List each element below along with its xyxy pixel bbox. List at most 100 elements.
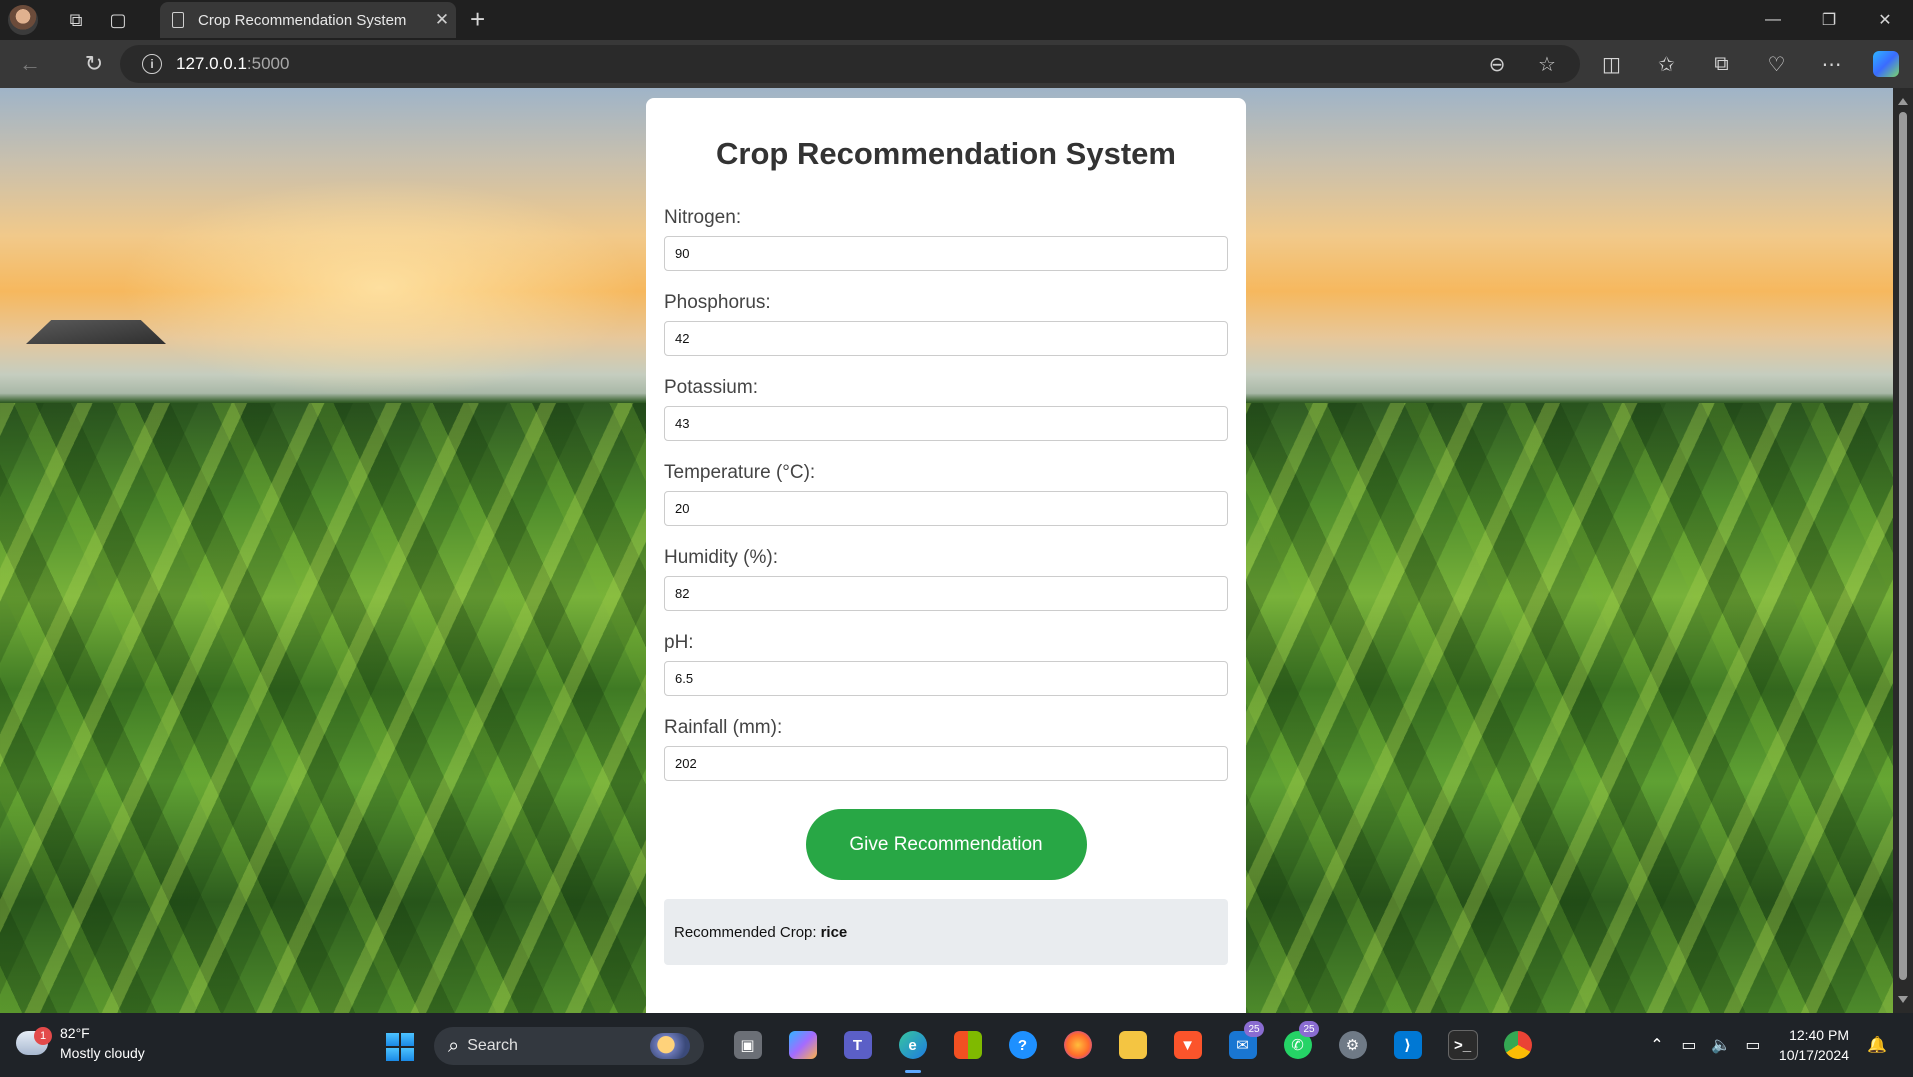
taskbar-apps: ▣ T e ? ▼ ✉ 25 ✆ 25 ⚙ ⟩ >_ [720,1021,1545,1073]
help-app[interactable]: ? [995,1025,1050,1065]
favorite-star-icon[interactable]: ☆ [1522,52,1572,77]
field-phosphorus: Phosphorus: [664,291,1228,356]
url-host: 127.0.0.1 [176,54,247,73]
firefox-icon [1063,1031,1092,1059]
copilot-icon[interactable] [1873,51,1899,77]
clock-date: 10/17/2024 [1778,1047,1849,1063]
document-icon [172,12,184,28]
collections-icon[interactable]: ⧉ [1694,53,1749,76]
close-window-icon[interactable]: ✕ [1857,0,1913,40]
ph-label: pH: [664,632,694,653]
workspaces-icon[interactable]: ⧉ [60,4,92,36]
store-app[interactable] [940,1025,995,1065]
phosphorus-input[interactable] [664,321,1228,356]
browser-tab[interactable]: Crop Recommendation System ✕ [160,2,456,38]
taskbar: 1 82°F Mostly cloudy ⌕ Search ▣ T e ? ▼ … [0,1013,1913,1077]
page-scrollbar[interactable] [1893,88,1913,1013]
info-icon[interactable]: i [142,54,162,74]
zoom-out-icon[interactable]: ⊖ [1472,52,1522,77]
help-icon: ? [1008,1031,1037,1059]
more-options-icon[interactable]: ⋯ [1804,52,1859,77]
profile-avatar[interactable] [8,5,38,35]
scroll-down-icon[interactable] [1898,996,1908,1003]
whatsapp-badge: 25 [1299,1021,1319,1037]
weather-widget[interactable]: 1 82°F Mostly cloudy [16,1023,145,1063]
teams-app[interactable]: T [830,1025,885,1065]
chevron-up-icon[interactable]: ⌃ [1641,1035,1673,1055]
teams-icon: T [843,1031,872,1059]
ph-input[interactable] [664,661,1228,696]
battery-icon[interactable]: ▭ [1737,1035,1769,1055]
weather-desc: Mostly cloudy [60,1045,145,1061]
windows-start-icon[interactable] [386,1033,414,1061]
field-nitrogen: Nitrogen: [664,206,1228,271]
notification-bell-icon[interactable]: 🔔 [1861,1035,1893,1055]
rainfall-input[interactable] [664,746,1228,781]
scroll-up-icon[interactable] [1898,98,1908,105]
clock-time: 12:40 PM [1789,1027,1849,1043]
scroll-thumb[interactable] [1899,112,1907,980]
potassium-label: Potassium: [664,377,758,398]
recommendation-result: Recommended Crop: rice [664,899,1228,965]
new-tab-icon[interactable]: + [470,4,485,35]
back-icon[interactable]: ← [10,44,50,84]
browser-tab-bar: ⧉ ▢ Crop Recommendation System ✕ + — ❐ ✕ [0,0,1913,40]
window-controls: — ❐ ✕ [1745,0,1913,40]
favorites-icon[interactable]: ✩ [1639,52,1694,77]
humidity-input[interactable] [664,576,1228,611]
search-icon: ⌕ [448,1034,460,1057]
brave-icon: ▼ [1173,1031,1202,1059]
search-label: Search [467,1037,518,1054]
file-explorer-app[interactable] [1105,1025,1160,1065]
nitrogen-input[interactable] [664,236,1228,271]
system-tray: ⌃ ▭ 🔈 ▭ 12:40 PM 10/17/2024 🔔 [1641,1023,1893,1067]
url-input[interactable]: i 127.0.0.1:5000 ⊖ ☆ [120,45,1580,83]
task-view-icon: ▣ [733,1031,762,1059]
taskbar-search[interactable]: ⌕ Search [434,1027,704,1065]
humidity-label: Humidity (%): [664,547,779,568]
edge-app[interactable]: e [885,1025,940,1073]
copilot-app[interactable] [775,1025,830,1065]
settings-app[interactable]: ⚙ [1325,1025,1380,1065]
restore-icon[interactable]: ❐ [1801,0,1857,40]
whatsapp-app[interactable]: ✆ 25 [1270,1021,1325,1065]
cloud-icon: 1 [16,1027,52,1055]
task-view-app[interactable]: ▣ [720,1025,775,1065]
clock[interactable]: 12:40 PM 10/17/2024 [1779,1025,1849,1065]
firefox-app[interactable] [1050,1025,1105,1065]
phosphorus-label: Phosphorus: [664,292,771,313]
edge-icon: e [898,1031,927,1059]
vscode-app[interactable]: ⟩ [1380,1025,1435,1065]
field-rainfall: Rainfall (mm): [664,716,1228,781]
network-icon[interactable]: ▭ [1673,1035,1705,1055]
minimize-icon[interactable]: — [1745,0,1801,40]
nitrogen-label: Nitrogen: [664,207,742,228]
gear-icon: ⚙ [1338,1031,1367,1059]
folder-icon [1118,1031,1147,1059]
terminal-app[interactable]: >_ [1435,1025,1490,1065]
crop-form-card: Crop Recommendation System Nitrogen: Pho… [646,98,1246,1013]
rainfall-label: Rainfall (mm): [664,717,783,738]
result-label: Recommended Crop: [674,923,817,941]
field-temperature: Temperature (°C): [664,461,1228,526]
tab-actions-icon[interactable]: ▢ [102,4,134,36]
outlook-badge: 25 [1244,1021,1264,1037]
background-sky-glow [120,178,640,398]
search-highlight-icon [650,1033,690,1059]
tab-close-icon[interactable]: ✕ [428,10,456,30]
field-potassium: Potassium: [664,376,1228,441]
chrome-icon [1503,1031,1532,1059]
refresh-icon[interactable]: ↻ [74,44,114,84]
split-screen-icon[interactable]: ◫ [1584,52,1639,77]
chrome-app[interactable] [1490,1025,1545,1065]
give-recommendation-button[interactable]: Give Recommendation [805,809,1087,880]
brave-app[interactable]: ▼ [1160,1025,1215,1065]
temperature-input[interactable] [664,491,1228,526]
omnibox-actions: ⊖ ☆ [1472,45,1572,83]
copilot-app-icon [788,1031,817,1059]
browser-health-icon[interactable]: ♡ [1749,52,1804,77]
outlook-app[interactable]: ✉ 25 [1215,1021,1270,1065]
potassium-input[interactable] [664,406,1228,441]
volume-icon[interactable]: 🔈 [1705,1035,1737,1055]
temperature-label: Temperature (°C): [664,462,816,483]
